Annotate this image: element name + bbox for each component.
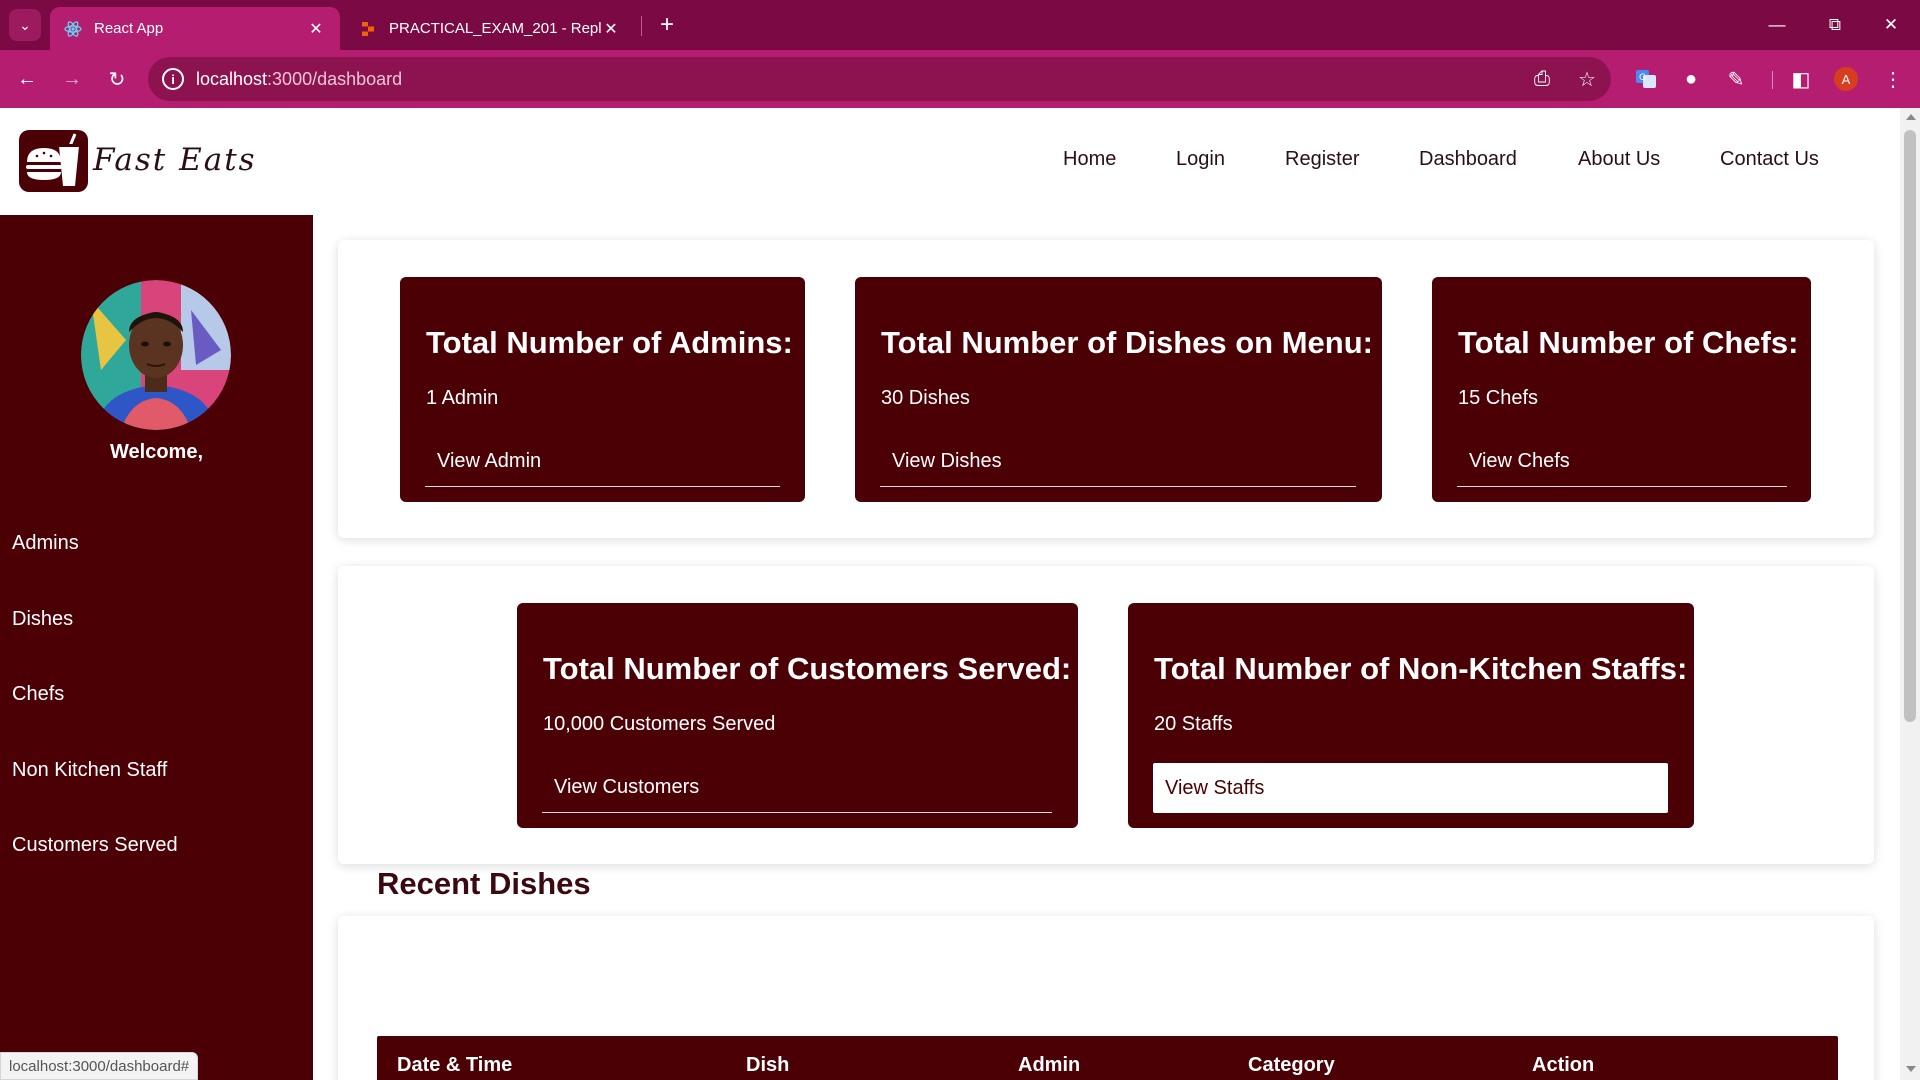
install-app-icon[interactable]: ⎙ xyxy=(1529,66,1555,92)
tab-separator xyxy=(641,16,642,36)
view-customers-button[interactable]: View Customers xyxy=(542,763,1052,813)
view-admin-button[interactable]: View Admin xyxy=(425,437,780,487)
window-close-button[interactable]: ✕ xyxy=(1862,0,1920,50)
nav-login[interactable]: Login xyxy=(1176,148,1225,171)
menu-dots-icon[interactable]: ⋮ xyxy=(1877,63,1909,95)
brand-name[interactable]: Fast Eats xyxy=(93,142,257,178)
close-icon[interactable]: ✕ xyxy=(306,19,326,39)
card-title: Total Number of Dishes on Menu: xyxy=(881,325,1373,360)
nav-contact-us[interactable]: Contact Us xyxy=(1720,148,1819,171)
page-scrollbar[interactable] xyxy=(1900,108,1920,1080)
chefs-card: Total Number of Chefs: 15 Chefs View Che… xyxy=(1432,277,1811,502)
site-header: Fast Eats Home Login Register Dashboard … xyxy=(0,108,1900,215)
sidebar-item-non-kitchen-staff[interactable]: Non Kitchen Staff xyxy=(12,759,167,782)
extension-icon[interactable]: ● xyxy=(1675,63,1707,95)
close-icon[interactable]: ✕ xyxy=(601,19,621,39)
bookmark-star-icon[interactable]: ☆ xyxy=(1574,66,1600,92)
site-info-icon[interactable]: i xyxy=(162,68,184,90)
replit-icon xyxy=(359,20,377,38)
column-header-admin: Admin xyxy=(1018,1054,1081,1076)
recent-dishes-title: Recent Dishes xyxy=(377,866,591,901)
nav-home[interactable]: Home xyxy=(1063,148,1116,171)
forward-arrow-icon[interactable]: → xyxy=(56,63,88,95)
column-header-action: Action xyxy=(1532,1054,1595,1076)
dishes-card: Total Number of Dishes on Menu: 30 Dishe… xyxy=(855,277,1382,502)
recent-dishes-table-header: Date & Time Dish Admin Category Action xyxy=(377,1036,1838,1080)
side-panel-icon[interactable]: ◧ xyxy=(1785,63,1817,95)
sidebar: Welcome, Admins Dishes Chefs Non Kitchen… xyxy=(0,215,313,1080)
sidebar-item-dishes[interactable]: Dishes xyxy=(12,608,73,631)
scroll-up-arrow-icon[interactable] xyxy=(1906,114,1916,120)
card-count: 20 Staffs xyxy=(1154,713,1233,735)
minimize-button[interactable]: — xyxy=(1748,0,1806,50)
sidebar-item-customers-served[interactable]: Customers Served xyxy=(12,834,178,857)
nav-dashboard[interactable]: Dashboard xyxy=(1419,148,1517,171)
sidebar-item-admins[interactable]: Admins xyxy=(12,532,79,555)
tab-search-button[interactable]: ⌄ xyxy=(9,9,41,41)
fast-food-logo-icon[interactable] xyxy=(19,130,88,192)
tab-react-app[interactable]: React App ✕ xyxy=(50,7,340,50)
column-header-dish: Dish xyxy=(746,1054,790,1076)
browser-toolbar: ← → ↻ i localhost:3000/dashboard ⎙ ☆ G ●… xyxy=(0,50,1920,108)
welcome-text: Welcome, xyxy=(110,441,203,463)
card-title: Total Number of Non-Kitchen Staffs: xyxy=(1154,651,1688,686)
puzzle-icon[interactable]: ✎ xyxy=(1720,63,1752,95)
new-tab-button[interactable]: + xyxy=(652,10,682,40)
react-icon xyxy=(64,20,82,38)
view-staffs-button[interactable]: View Staffs xyxy=(1153,763,1668,813)
scrollbar-thumb[interactable] xyxy=(1904,130,1916,722)
view-dishes-button[interactable]: View Dishes xyxy=(880,437,1356,487)
sidebar-item-chefs[interactable]: Chefs xyxy=(12,683,64,706)
url-text[interactable]: localhost:3000/dashboard xyxy=(196,69,402,90)
admins-card: Total Number of Admins: 1 Admin View Adm… xyxy=(400,277,805,502)
translate-icon[interactable]: G xyxy=(1630,63,1662,95)
back-arrow-icon[interactable]: ← xyxy=(11,63,43,95)
card-count: 1 Admin xyxy=(426,387,499,409)
card-count: 30 Dishes xyxy=(881,387,970,409)
tab-replit[interactable]: PRACTICAL_EXAM_201 - Replit ✕ xyxy=(345,7,635,50)
customers-card: Total Number of Customers Served: 10,000… xyxy=(517,603,1078,828)
card-title: Total Number of Customers Served: xyxy=(543,651,1072,686)
profile-avatar[interactable]: A xyxy=(1834,67,1858,91)
restore-button[interactable]: ⧉ xyxy=(1806,0,1864,50)
tab-title: PRACTICAL_EXAM_201 - Replit xyxy=(389,20,601,37)
card-count: 15 Chefs xyxy=(1458,387,1539,409)
scroll-down-arrow-icon[interactable] xyxy=(1906,1066,1916,1072)
reload-icon[interactable]: ↻ xyxy=(101,63,133,95)
staffs-card: Total Number of Non-Kitchen Staffs: 20 S… xyxy=(1128,603,1694,828)
tab-title: React App xyxy=(94,20,164,37)
browser-tab-strip: ⌄ React App ✕ PRACTICAL_EXAM_201 - Repli… xyxy=(0,0,1920,50)
address-bar[interactable]: i localhost:3000/dashboard ⎙ ☆ xyxy=(148,57,1611,101)
page-viewport: Fast Eats Home Login Register Dashboard … xyxy=(0,108,1900,1080)
column-header-date-time: Date & Time xyxy=(397,1054,513,1076)
card-count: 10,000 Customers Served xyxy=(543,713,776,735)
card-title: Total Number of Chefs: xyxy=(1458,325,1799,360)
column-header-category: Category xyxy=(1248,1054,1335,1076)
chevron-down-icon: ⌄ xyxy=(19,16,31,33)
view-chefs-button[interactable]: View Chefs xyxy=(1457,437,1787,487)
card-title: Total Number of Admins: xyxy=(426,325,793,360)
nav-about-us[interactable]: About Us xyxy=(1578,148,1660,171)
svg-text:G: G xyxy=(1639,73,1646,83)
toolbar-divider xyxy=(1772,71,1773,89)
avatar xyxy=(81,280,231,430)
status-url-bubble: localhost:3000/dashboard# xyxy=(0,1052,199,1080)
nav-register[interactable]: Register xyxy=(1285,148,1359,171)
